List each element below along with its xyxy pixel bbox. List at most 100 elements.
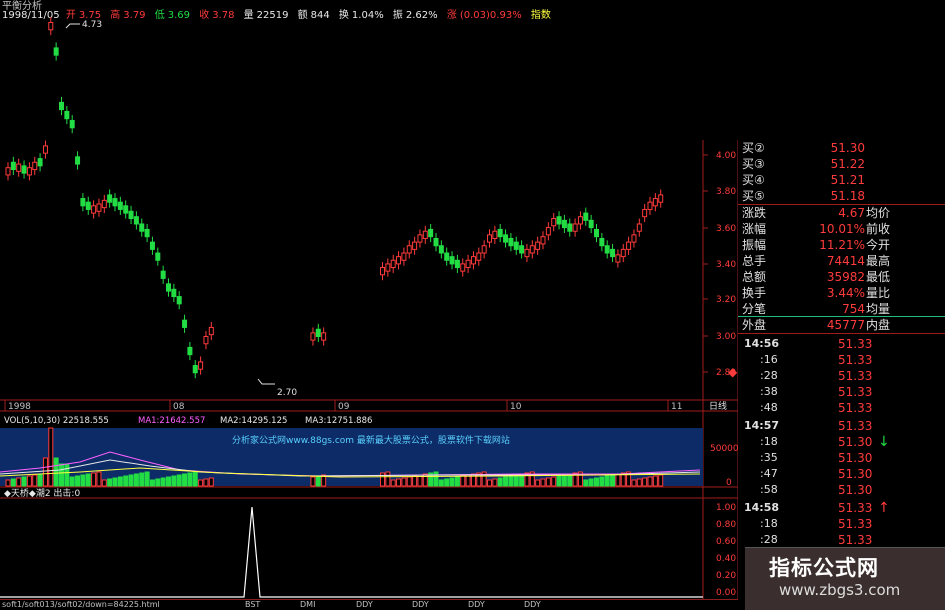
candle-body (615, 254, 621, 263)
candle-body (428, 228, 434, 238)
volume-bar (5, 479, 11, 487)
down-arrow-icon: ↓ (878, 434, 890, 450)
volume-tick: 50000 (710, 444, 738, 454)
candle-body (652, 198, 658, 207)
candle-body (208, 326, 214, 336)
tick-time: :28 (760, 369, 778, 382)
tick-price: 51.30 (838, 451, 873, 465)
candle-body (26, 167, 32, 176)
volume-tick: 0 (726, 478, 732, 488)
time-tick: 08 (173, 402, 185, 412)
indicator-tick: 0.40 (716, 554, 736, 564)
candle-body (642, 208, 648, 218)
candle-body (497, 228, 503, 238)
candle-body (133, 216, 139, 225)
volume-bar (610, 474, 616, 487)
cursor-arrow-icon[interactable]: ◆ (728, 365, 738, 379)
volume-bar (139, 472, 145, 487)
tick-time: :28 (760, 533, 778, 546)
tick-time: :35 (760, 451, 778, 464)
tab-bst[interactable]: BST (245, 600, 260, 609)
volume-bar (535, 479, 541, 487)
candle-body (171, 288, 177, 298)
volume-bar (107, 478, 113, 487)
stat-row-total-amount: 总额 35982 最低 (742, 270, 891, 284)
candlestick-series (5, 17, 664, 379)
volume-bar (101, 479, 107, 487)
volume-bar (123, 475, 129, 487)
tab-ddy-1[interactable]: DDY (356, 600, 373, 609)
tab-ddy-2[interactable]: DDY (412, 600, 429, 609)
volume-bar (454, 476, 460, 487)
volume-bar (599, 476, 605, 487)
tick-row: :58 51.30 (738, 482, 945, 498)
indicator-signal-line (0, 506, 703, 598)
bid-row-4[interactable]: 买④ 51.21 (738, 172, 945, 188)
up-arrow-icon: ↑ (878, 500, 890, 516)
stat-row-trades: 分笔 754 均量 (742, 302, 891, 316)
candle-body (626, 241, 632, 250)
tab-dmi[interactable]: DMI (300, 600, 315, 609)
candle-body (556, 216, 562, 225)
candle-body (390, 259, 396, 269)
volume-bar (32, 474, 38, 487)
candle-body (406, 245, 412, 254)
volume-bar (492, 478, 498, 487)
candle-body (315, 328, 321, 337)
volume-bar (615, 473, 621, 487)
candle-body (385, 263, 391, 272)
tick-price: 51.33 (838, 337, 873, 351)
time-tick: 1998 (8, 402, 31, 412)
volume-bar (128, 474, 134, 487)
vol-legend-ma2: MA2:14295.125 (220, 416, 287, 426)
vol-legend-ma1: MA1:21642.557 (138, 416, 205, 426)
candle-body (567, 223, 573, 232)
volume-bar (171, 475, 177, 487)
tick-row: :35 51.30 (738, 450, 945, 466)
bottom-tab-bar: soft1/soft013/soft02/down=84225.html BST… (0, 599, 738, 610)
tick-time: :58 (760, 483, 778, 496)
period-label[interactable]: 日线 (709, 400, 727, 412)
volume-bar (198, 479, 204, 487)
candle-body (594, 228, 599, 238)
bid-row-5[interactable]: 买⑤ 51.18 (738, 188, 945, 204)
candle-body (69, 120, 75, 129)
tick-time: :18 (760, 435, 778, 448)
candle-body (412, 241, 418, 250)
quote-panel: 买② 51.30 买③ 51.22 买④ 51.21 买⑤ 51.18 涨跌 4.67 均价… (738, 140, 945, 609)
candle-body (5, 167, 11, 176)
volume-bar (422, 473, 428, 487)
candle-body (599, 237, 605, 247)
candle-body (583, 212, 589, 221)
tick-price: 51.33 (838, 385, 873, 399)
candle-body (577, 216, 583, 225)
stat-row-turnover: 换手 3.44% 量比 (742, 286, 891, 300)
candle-body (524, 248, 530, 258)
candle-body (160, 270, 166, 279)
chart-area[interactable]: 4.73 2.70 4.00 3.80 3.60 3.40 3.20 3.00 … (0, 0, 738, 600)
volume-bar (182, 473, 188, 487)
tick-row: :47 51.30 (738, 466, 945, 482)
candle-body (449, 256, 455, 265)
candle-body (610, 248, 616, 258)
volume-bar (487, 479, 492, 487)
low-marker-label: 2.70 (277, 388, 297, 398)
tab-ddy-3[interactable]: DDY (468, 600, 485, 609)
volume-bar (449, 477, 455, 487)
tick-row: 14:56 51.33 (738, 336, 945, 352)
volume-bar (497, 477, 503, 487)
tick-row: :18 51.33 (738, 516, 945, 532)
volume-bar (310, 476, 316, 487)
low-marker-line (257, 378, 275, 385)
bid-row-2[interactable]: 买② 51.30 (738, 140, 945, 156)
volume-bar (160, 477, 166, 487)
candle-body (182, 319, 188, 328)
bid-row-3[interactable]: 买③ 51.22 (738, 156, 945, 172)
candle-body (166, 283, 171, 292)
volume-bar (401, 477, 407, 487)
candle-body (16, 163, 22, 172)
tab-ddy-4[interactable]: DDY (524, 600, 541, 609)
volume-bar (59, 463, 64, 487)
candle-body (540, 236, 546, 245)
volume-bar (176, 474, 182, 487)
